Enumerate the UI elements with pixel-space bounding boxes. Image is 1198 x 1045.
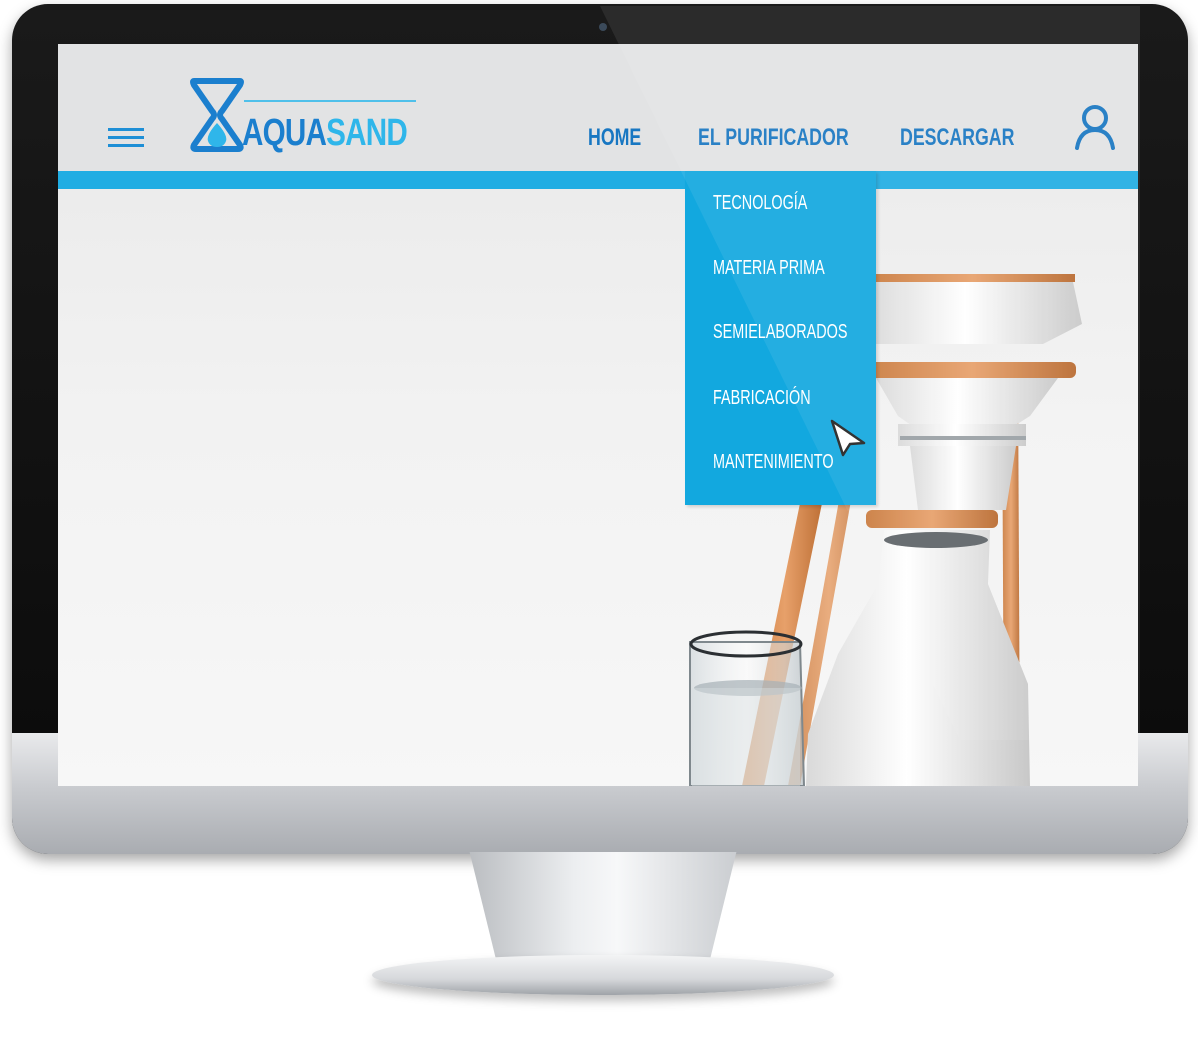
- nav-descargar[interactable]: DESCARGAR: [900, 124, 1014, 152]
- dropdown-item-semielaborados[interactable]: SEMIELABORADOS: [713, 319, 847, 345]
- dropdown-item-tecnologia[interactable]: TECNOLOGÍA: [713, 190, 807, 216]
- monitor-stand-neck: [469, 852, 737, 970]
- brand-logo[interactable]: AQUASAND: [242, 108, 408, 158]
- user-icon[interactable]: [1074, 102, 1116, 152]
- nav-el-purificador[interactable]: EL PURIFICADOR: [698, 124, 849, 152]
- monitor-stand-base: [372, 955, 834, 995]
- dropdown-item-materia-prima[interactable]: MATERIA PRIMA: [713, 255, 825, 281]
- dropdown-item-fabricacion[interactable]: FABRICACIÓN: [713, 385, 811, 411]
- header-accent-stripe: [58, 171, 1138, 189]
- logo-underline: [244, 100, 416, 102]
- mouse-pointer-icon: [830, 419, 866, 457]
- nav-home[interactable]: HOME: [588, 124, 641, 152]
- hourglass-drop-logo: [190, 78, 244, 152]
- website-screen: AQUASAND HOME EL PURIFICADOR DESCARGAR T…: [58, 44, 1138, 786]
- brand-aqua: AQUA: [242, 112, 327, 154]
- brand-sand: SAND: [326, 112, 408, 154]
- hamburger-menu-icon[interactable]: [108, 128, 148, 150]
- webcam: [599, 23, 607, 31]
- dropdown-item-mantenimiento[interactable]: MANTENIMIENTO: [713, 449, 834, 475]
